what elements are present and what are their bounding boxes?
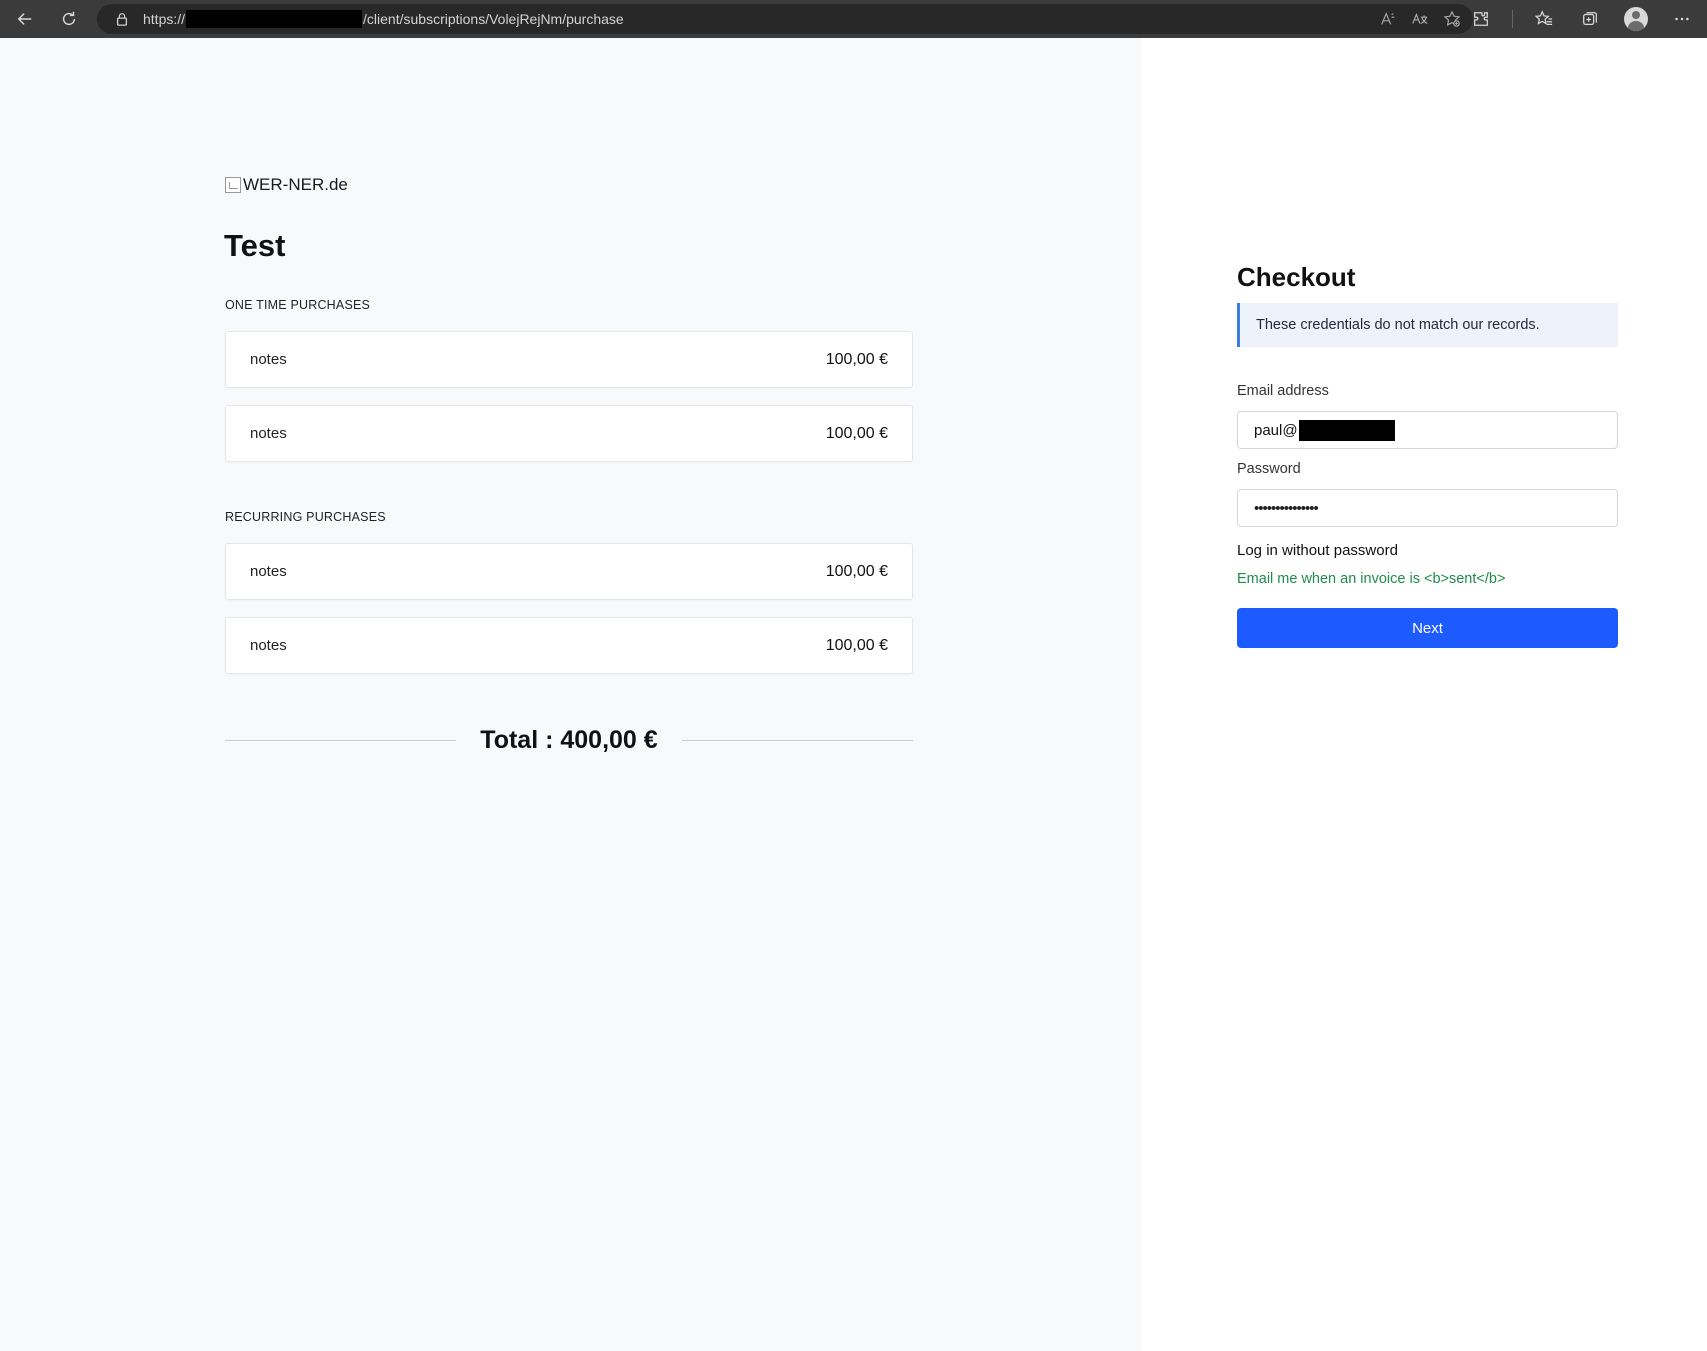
total-row: Total : 400,00 € [225,720,913,760]
item-name: notes [250,351,287,368]
read-aloud-icon[interactable] [1379,10,1397,28]
list-item: notes 100,00 € [225,543,913,600]
invoice-email-link[interactable]: Email me when an invoice is <b>sent</b> [1237,571,1505,587]
reload-icon [62,11,76,26]
next-button[interactable]: Next [1237,608,1618,648]
browser-toolbar-right [1466,4,1697,34]
profile-button[interactable] [1621,4,1651,34]
broken-image-icon [225,177,241,193]
checkout-title: Checkout [1237,262,1356,292]
divider [681,739,913,741]
store-logo-alt-text: WER-NER.de [243,175,348,194]
error-alert: These credentials do not match our recor… [1237,303,1618,347]
total-amount: Total : 400,00 € [480,725,658,754]
more-button[interactable] [1667,4,1697,34]
password-field[interactable]: ••••••••••••••• [1237,489,1618,527]
item-price: 100,00 € [825,562,888,580]
item-price: 100,00 € [825,350,888,368]
browser-toolbar: https:// /client/subscriptions/VolejRejN… [0,0,1707,38]
extensions-icon [1474,12,1488,26]
collections-icon [1583,12,1597,26]
item-name: notes [250,637,287,654]
checkout-panel: Checkout These credentials do not match … [1141,38,1707,1351]
url-prefix: https:// [143,11,186,27]
item-price: 100,00 € [825,636,888,654]
order-summary-panel: WER-NER.de Test ONE TIME PURCHASES notes… [0,38,1141,1351]
toolbar-divider [1512,10,1513,28]
page-title: Test [224,228,286,263]
item-name: notes [250,563,287,580]
extensions-button[interactable] [1466,4,1496,34]
address-bar[interactable]: https:// /client/subscriptions/VolejRejN… [97,4,1473,34]
translate-icon[interactable] [1411,10,1429,28]
profile-icon [1624,7,1648,31]
reload-button[interactable] [52,4,86,34]
one-time-purchases-label: ONE TIME PURCHASES [225,298,371,312]
item-name: notes [250,425,287,442]
list-item: notes 100,00 € [225,331,913,388]
back-icon [17,13,32,25]
address-bar-actions [1379,4,1461,34]
recurring-purchases-label: RECURRING PURCHASES [225,510,386,524]
list-item: notes 100,00 € [225,617,913,674]
back-button[interactable] [8,4,42,34]
email-value: paul@ [1254,421,1298,439]
redacted-email-domain [1298,419,1395,441]
store-logo: WER-NER.de [225,175,348,195]
email-label: Email address [1237,383,1329,399]
url-path: /client/subscriptions/VolejRejNm/purchas… [363,11,624,27]
error-alert-text: These credentials do not match our recor… [1256,317,1540,333]
login-without-password-link[interactable]: Log in without password [1237,542,1398,559]
divider [225,739,457,741]
add-favorite-icon[interactable] [1443,10,1461,28]
list-item: notes 100,00 € [225,405,913,462]
favorites-button[interactable] [1529,4,1559,34]
item-price: 100,00 € [825,424,888,442]
favorites-icon [1535,10,1553,26]
password-value: ••••••••••••••• [1254,499,1319,517]
redacted-domain [186,10,363,28]
more-icon [1675,17,1689,21]
password-label: Password [1237,461,1301,477]
lock-icon [116,13,128,26]
collections-button[interactable] [1575,4,1605,34]
email-field[interactable]: paul@ [1237,411,1618,449]
